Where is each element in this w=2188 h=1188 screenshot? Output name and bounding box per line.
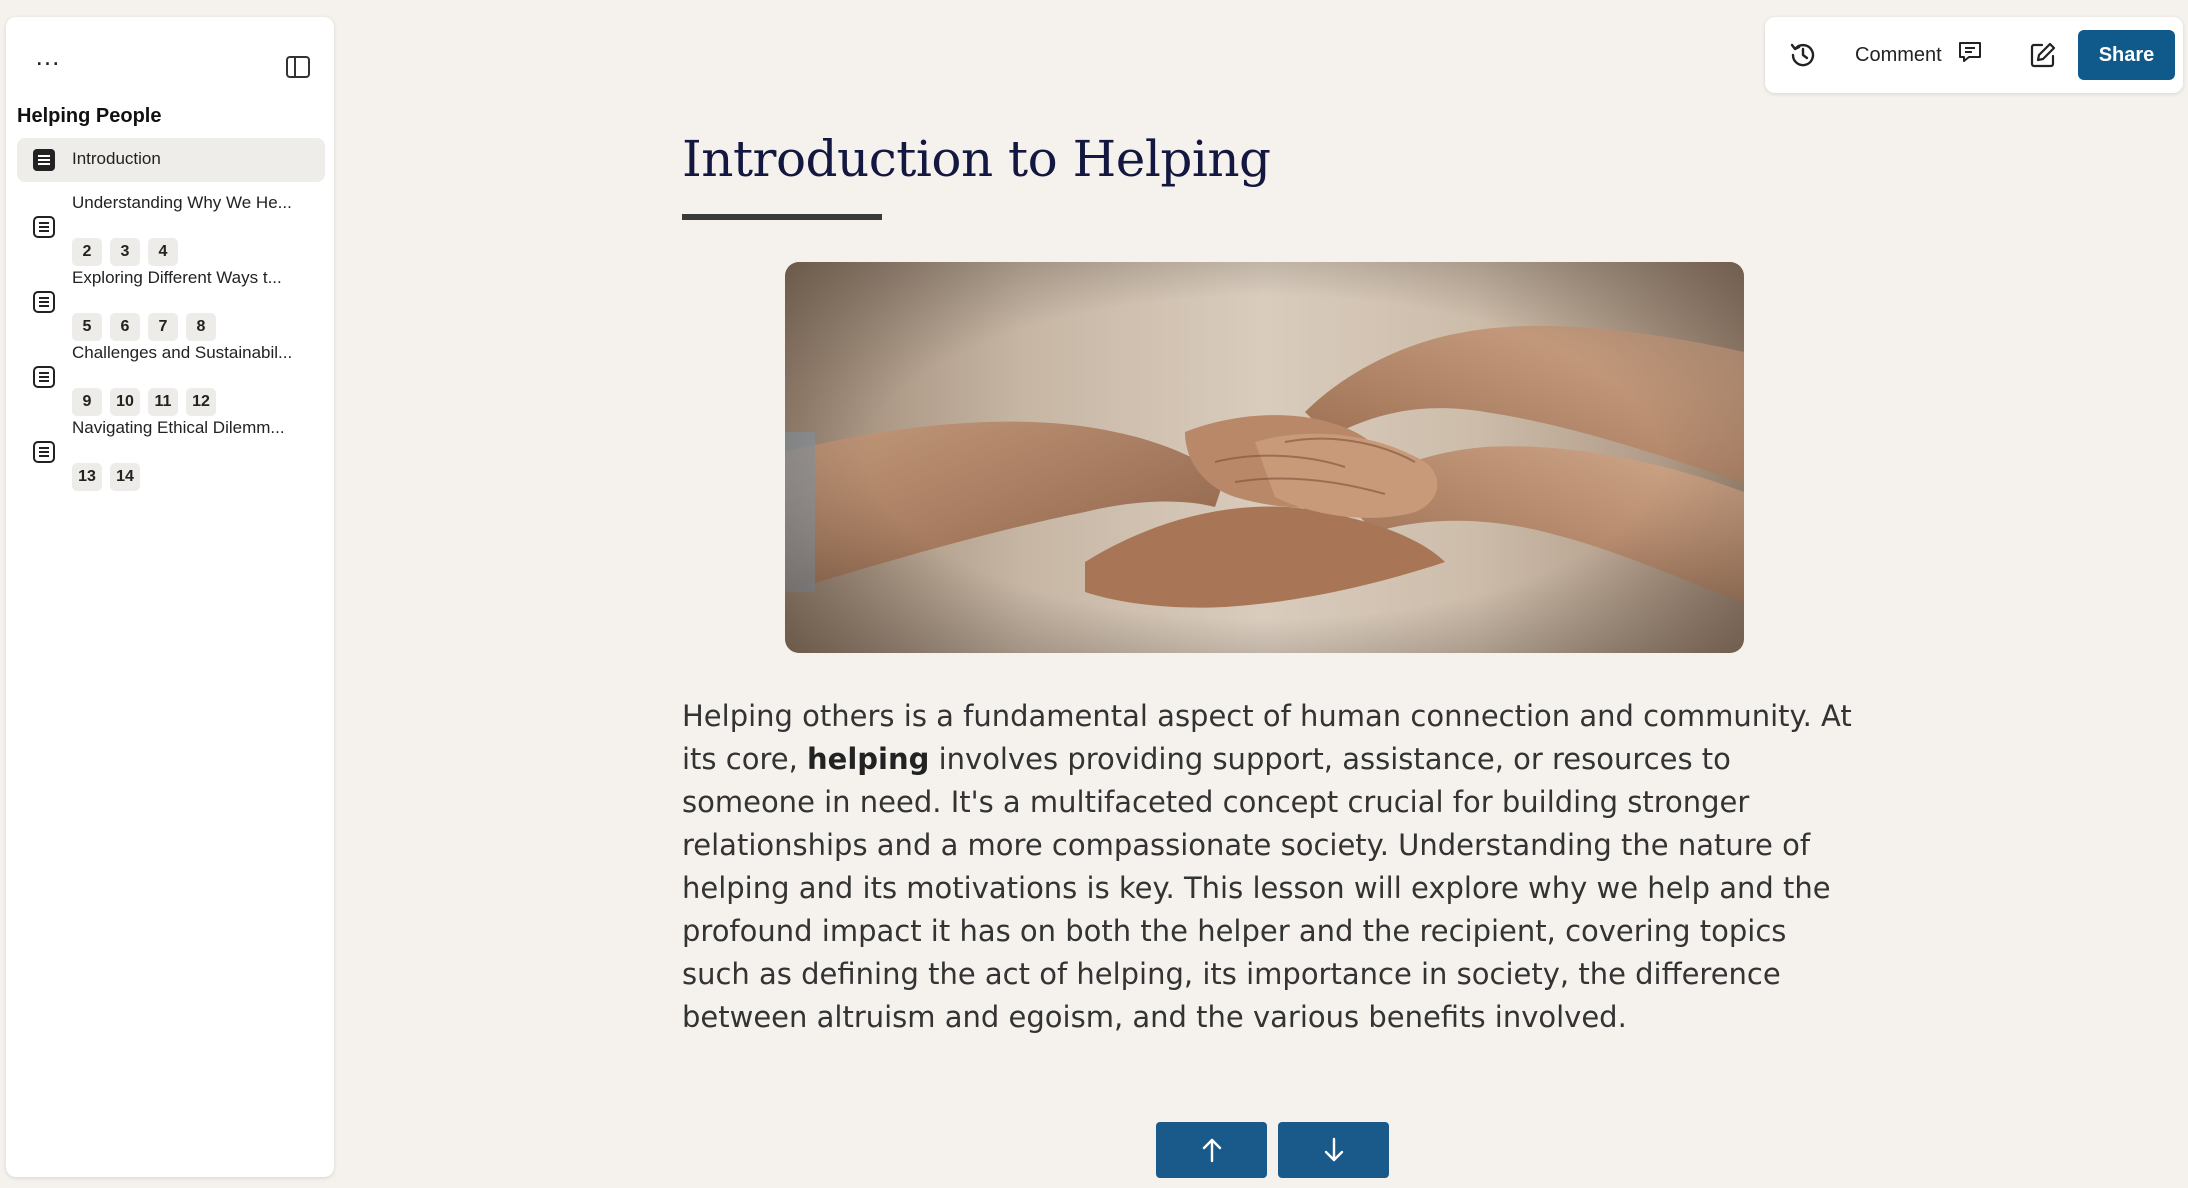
next-section-button[interactable] [1278, 1122, 1389, 1178]
section-chip[interactable]: 4 [148, 238, 178, 266]
previous-section-button[interactable] [1156, 1122, 1267, 1178]
document-icon [32, 365, 56, 389]
sidebar: ... Helping People Introduction Understa… [6, 17, 334, 1177]
share-button[interactable]: Share [2078, 30, 2175, 80]
section-chip[interactable]: 8 [186, 313, 216, 341]
section-chip[interactable]: 6 [110, 313, 140, 341]
section-chip[interactable]: 13 [72, 463, 102, 491]
section-chip[interactable]: 9 [72, 388, 102, 416]
section-chip[interactable]: 5 [72, 313, 102, 341]
arrow-up-icon [1202, 1138, 1221, 1163]
document-icon [32, 148, 56, 172]
sidebar-item-exploring[interactable]: Exploring Different Ways t... 5 6 7 8 [17, 268, 325, 341]
course-title: Helping People [17, 105, 162, 127]
more-options-button[interactable]: ... [30, 43, 66, 75]
sidebar-item-understanding[interactable]: Understanding Why We He... 2 3 4 [17, 193, 325, 266]
sidebar-item-navigating[interactable]: Navigating Ethical Dilemm... 13 14 [17, 418, 325, 491]
page-title: Introduction to Helping [682, 130, 1271, 188]
section-chip[interactable]: 12 [186, 388, 216, 416]
edit-icon[interactable] [2028, 40, 2058, 70]
lesson-paragraph: Helping others is a fundamental aspect o… [682, 695, 1862, 1039]
comment-icon [1956, 38, 1984, 72]
paragraph-bold-term: helping [807, 742, 930, 776]
sidebar-item-label: Understanding Why We He... [72, 193, 292, 212]
comment-button[interactable]: Comment [1855, 35, 1984, 75]
toolbar: Comment Share [1765, 17, 2183, 93]
sidebar-item-label: Navigating Ethical Dilemm... [72, 418, 285, 437]
comment-label: Comment [1855, 43, 1942, 66]
sidebar-toggle-icon[interactable] [284, 53, 312, 81]
sidebar-item-label: Introduction [72, 149, 161, 168]
sidebar-item-challenges[interactable]: Challenges and Sustainabil... 9 10 11 12 [17, 343, 325, 416]
hero-image-helping-hands [785, 262, 1744, 653]
arrow-down-icon [1324, 1137, 1343, 1162]
section-chip[interactable]: 10 [110, 388, 140, 416]
sidebar-item-label: Challenges and Sustainabil... [72, 343, 293, 362]
sidebar-item-introduction[interactable]: Introduction [17, 138, 325, 182]
document-icon [32, 290, 56, 314]
history-icon[interactable] [1787, 39, 1819, 71]
sidebar-item-label: Exploring Different Ways t... [72, 268, 282, 287]
section-chip[interactable]: 11 [148, 388, 178, 416]
section-chip[interactable]: 7 [148, 313, 178, 341]
title-underline [682, 214, 882, 220]
section-chip[interactable]: 2 [72, 238, 102, 266]
paragraph-text: involves providing support, assistance, … [682, 742, 1831, 1034]
document-icon [32, 215, 56, 239]
document-icon [32, 440, 56, 464]
section-chip[interactable]: 14 [110, 463, 140, 491]
section-chip[interactable]: 3 [110, 238, 140, 266]
